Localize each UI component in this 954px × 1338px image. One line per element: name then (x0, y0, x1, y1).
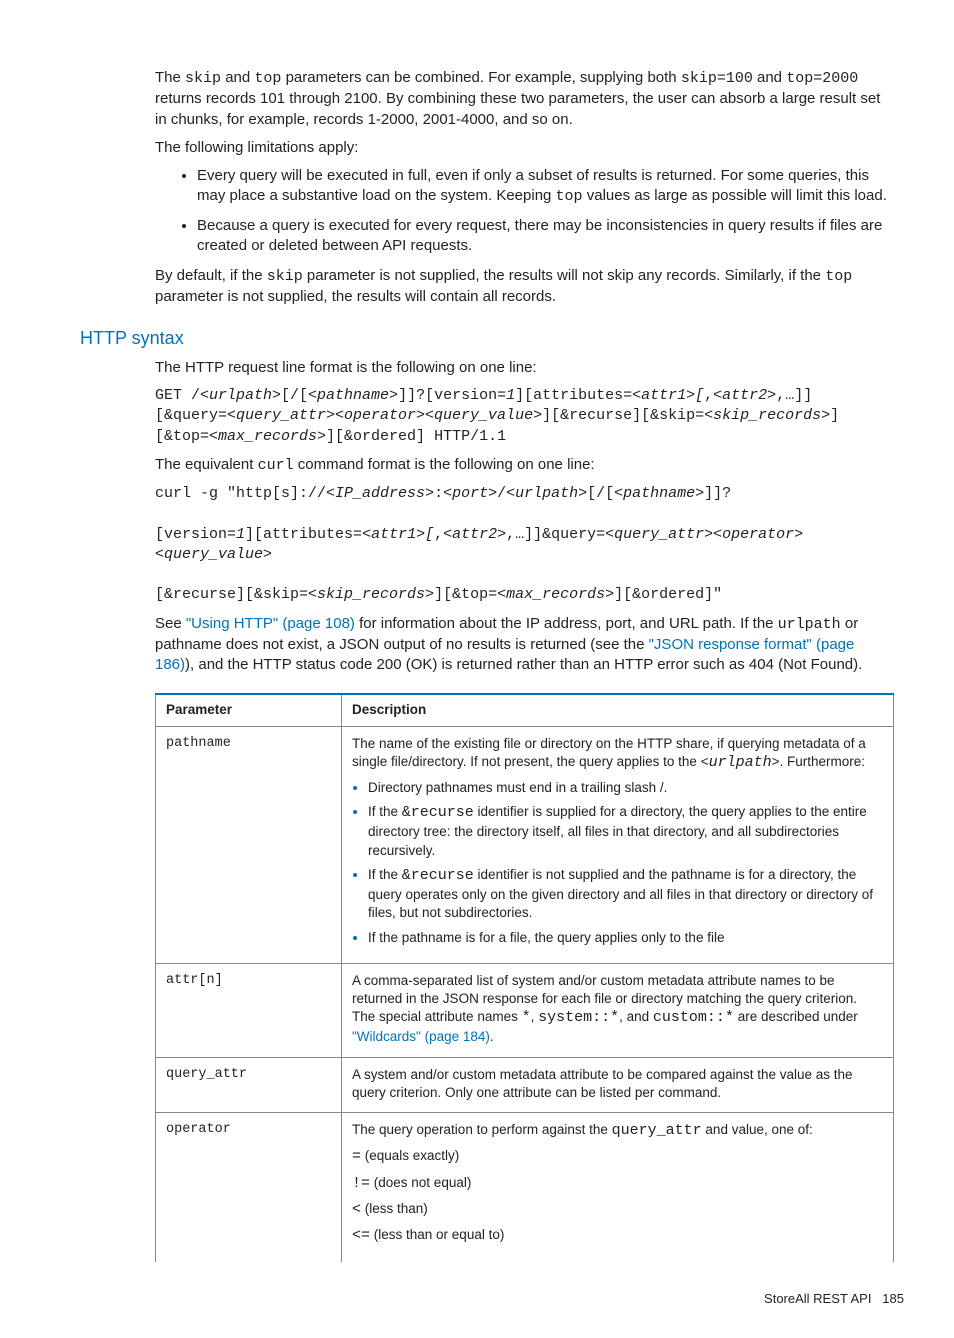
limitation-item-2: Because a query is executed for every re… (197, 216, 894, 257)
page-footer: StoreAll REST API 185 (80, 1290, 904, 1308)
limitations-list: Every query will be executed in full, ev… (155, 166, 894, 256)
param-desc: The name of the existing file or directo… (342, 726, 894, 963)
param-desc: The query operation to perform against t… (342, 1113, 894, 1263)
footer-title: StoreAll REST API (764, 1291, 871, 1306)
param-desc: A system and/or custom metadata attribut… (342, 1057, 894, 1112)
limitations-intro: The following limitations apply: (155, 138, 894, 158)
table-row: pathname The name of the existing file o… (156, 726, 894, 963)
link-using-http[interactable]: "Using HTTP" (page 108) (186, 615, 355, 632)
link-wildcards[interactable]: "Wildcards" (page 184) (352, 1029, 490, 1044)
parameter-table: Parameter Description pathname The name … (155, 693, 894, 1262)
curl-intro: The equivalent curl command format is th… (155, 455, 894, 476)
param-name: pathname (156, 726, 342, 963)
page-number: 185 (882, 1291, 904, 1306)
col-description: Description (342, 694, 894, 726)
http-request-codeblock: GET /<urlpath>[/[<pathname>]]?[version=1… (155, 386, 894, 447)
http-request-intro: The HTTP request line format is the foll… (155, 358, 894, 378)
param-desc: A comma-separated list of system and/or … (342, 963, 894, 1057)
http-syntax-heading: HTTP syntax (80, 326, 894, 350)
col-parameter: Parameter (156, 694, 342, 726)
list-item: Directory pathnames must end in a traili… (368, 779, 883, 797)
list-item: If the &recurse identifier is supplied f… (368, 803, 883, 860)
param-name: attr[n] (156, 963, 342, 1057)
defaults-para: By default, if the skip parameter is not… (155, 266, 894, 308)
param-name: operator (156, 1113, 342, 1263)
table-row: operator The query operation to perform … (156, 1113, 894, 1263)
table-row: attr[n] A comma-separated list of system… (156, 963, 894, 1057)
see-using-http: See "Using HTTP" (page 108) for informat… (155, 614, 894, 676)
table-row: query_attr A system and/or custom metada… (156, 1057, 894, 1112)
list-item: If the pathname is for a file, the query… (368, 929, 883, 947)
list-item: If the &recurse identifier is not suppli… (368, 866, 883, 923)
intro-para-1: The skip and top parameters can be combi… (155, 68, 894, 130)
curl-codeblock: curl -g "http[s]://<IP_address>:<port>/<… (155, 484, 894, 606)
param-name: query_attr (156, 1057, 342, 1112)
limitation-item-1: Every query will be executed in full, ev… (197, 166, 894, 208)
